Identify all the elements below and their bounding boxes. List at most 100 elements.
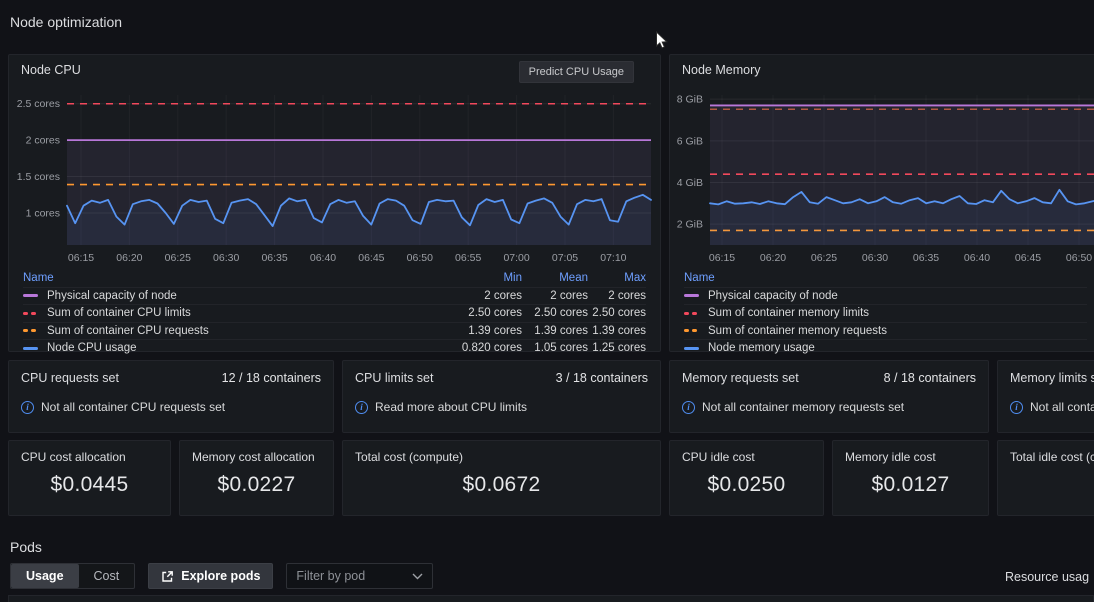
page-title: Node optimization (10, 14, 122, 30)
stat-value: 12 / 18 containers (222, 371, 321, 385)
series-max: 1.39 cores (588, 325, 646, 337)
explore-pods-label: Explore pods (181, 569, 260, 583)
legend-row[interactable]: Sum of container memory limits (684, 304, 1087, 322)
series-name[interactable]: Sum of container memory requests (708, 325, 887, 337)
series-name[interactable]: Physical capacity of node (708, 290, 838, 302)
series-swatch (684, 347, 700, 350)
series-name[interactable]: Sum of container CPU requests (47, 325, 209, 337)
memory-idle-cost-panel: Memory idle cost $0.0127 (832, 440, 989, 516)
cost-value: $0.0250 (682, 473, 811, 497)
series-swatch (684, 312, 700, 315)
pods-section-title: Pods (10, 539, 42, 555)
clipped-pods-panel (8, 595, 1094, 602)
node-cpu-panel: Node CPU Predict CPU Usage 2.5 cores2 co… (8, 54, 661, 352)
memory-limits-set-panel: Memory limits set iNot all containe (997, 360, 1094, 433)
cost-value: $0.0227 (192, 473, 321, 497)
filter-placeholder: Filter by pod (296, 569, 365, 583)
cost-title: CPU cost allocation (21, 450, 158, 464)
svg-text:06:15: 06:15 (68, 252, 94, 264)
explore-pods-button[interactable]: Explore pods (148, 563, 273, 589)
svg-text:6 GiB: 6 GiB (677, 135, 703, 147)
svg-text:06:25: 06:25 (165, 252, 191, 264)
svg-text:07:10: 07:10 (600, 252, 626, 264)
legend-row[interactable]: Physical capacity of node (684, 287, 1087, 305)
node-memory-panel: Node Memory 8 GiB6 GiB4 GiB2 GiB06:1506:… (669, 54, 1094, 352)
external-link-icon (161, 570, 174, 583)
legend-row[interactable]: Node CPU usage 0.820 cores 1.05 cores 1.… (23, 339, 646, 357)
series-name[interactable]: Sum of container CPU limits (47, 307, 191, 319)
memory-cost-allocation-panel: Memory cost allocation $0.0227 (179, 440, 334, 516)
node-cpu-title: Node CPU (21, 63, 81, 77)
node-memory-title: Node Memory (682, 63, 761, 77)
stat-info-text[interactable]: Not all containe (1030, 400, 1094, 414)
svg-text:2 GiB: 2 GiB (677, 219, 703, 231)
svg-text:06:45: 06:45 (1015, 252, 1041, 264)
svg-text:06:20: 06:20 (116, 252, 142, 264)
legend-header-row: Name (684, 269, 1087, 287)
series-mean: 1.05 cores (522, 342, 588, 354)
series-min: 0.820 cores (452, 342, 522, 354)
legend-row[interactable]: Node memory usage (684, 339, 1087, 357)
series-name[interactable]: Node CPU usage (47, 342, 137, 354)
series-swatch (23, 347, 39, 350)
svg-text:06:30: 06:30 (862, 252, 888, 264)
svg-text:4 GiB: 4 GiB (677, 177, 703, 189)
series-min: 1.39 cores (452, 325, 522, 337)
cost-value: $0.0127 (845, 473, 976, 497)
svg-text:06:15: 06:15 (709, 252, 735, 264)
svg-text:06:25: 06:25 (811, 252, 837, 264)
svg-text:06:35: 06:35 (261, 252, 287, 264)
stat-info-text[interactable]: Not all container CPU requests set (41, 400, 225, 414)
svg-text:06:45: 06:45 (358, 252, 384, 264)
cost-value: $0.0672 (355, 473, 648, 497)
stat-title: Memory requests set (682, 371, 799, 385)
legend-col-mean[interactable]: Mean (522, 272, 588, 284)
legend-col-name[interactable]: Name (23, 272, 452, 284)
legend-row[interactable]: Sum of container memory requests (684, 322, 1087, 340)
legend-col-max[interactable]: Max (588, 272, 646, 284)
node-memory-chart[interactable]: 8 GiB6 GiB4 GiB2 GiB06:1506:2006:2506:30… (676, 87, 1094, 271)
svg-text:06:35: 06:35 (913, 252, 939, 264)
legend-col-name[interactable]: Name (684, 272, 1087, 284)
stat-info-text[interactable]: Not all container memory requests set (702, 400, 904, 414)
svg-text:06:40: 06:40 (964, 252, 990, 264)
svg-text:06:40: 06:40 (310, 252, 336, 264)
mouse-cursor-icon (655, 31, 668, 55)
toggle-cost[interactable]: Cost (79, 564, 135, 588)
svg-text:06:55: 06:55 (455, 252, 481, 264)
stat-info-text[interactable]: Read more about CPU limits (375, 400, 527, 414)
series-mean: 2.50 cores (522, 307, 588, 319)
series-name[interactable]: Sum of container memory limits (708, 307, 869, 319)
usage-cost-toggle: Usage Cost (10, 563, 135, 589)
svg-text:1 cores: 1 cores (26, 207, 60, 219)
svg-text:2 cores: 2 cores (26, 135, 60, 147)
series-name[interactable]: Node memory usage (708, 342, 815, 354)
node-cpu-chart[interactable]: 2.5 cores2 cores1.5 cores1 cores06:1506:… (15, 87, 655, 271)
pods-controls: Usage Cost Explore pods Filter by pod (10, 563, 433, 589)
svg-text:06:50: 06:50 (407, 252, 433, 264)
series-mean: 2 cores (522, 290, 588, 302)
series-name[interactable]: Physical capacity of node (47, 290, 177, 302)
cost-value: $0.0445 (21, 473, 158, 497)
cost-title: Total idle cost (co (1010, 450, 1094, 464)
stat-value: 3 / 18 containers (556, 371, 648, 385)
toggle-usage[interactable]: Usage (11, 564, 79, 588)
series-mean: 1.39 cores (522, 325, 588, 337)
stat-value: 8 / 18 containers (884, 371, 976, 385)
legend-row[interactable]: Sum of container CPU requests 1.39 cores… (23, 322, 646, 340)
series-swatch (684, 329, 700, 332)
legend-row[interactable]: Physical capacity of node 2 cores 2 core… (23, 287, 646, 305)
stat-title: CPU limits set (355, 371, 433, 385)
cost-title: Total cost (compute) (355, 450, 648, 464)
filter-by-pod-select[interactable]: Filter by pod (286, 563, 433, 589)
legend-col-min[interactable]: Min (452, 272, 522, 284)
node-memory-legend: Name Physical capacity of node Sum of co… (670, 269, 1094, 357)
series-max: 2.50 cores (588, 307, 646, 319)
series-swatch (23, 294, 39, 297)
cost-title: Memory idle cost (845, 450, 976, 464)
predict-cpu-usage-button[interactable]: Predict CPU Usage (519, 61, 634, 83)
legend-row[interactable]: Sum of container CPU limits 2.50 cores 2… (23, 304, 646, 322)
cpu-idle-cost-panel: CPU idle cost $0.0250 (669, 440, 824, 516)
svg-text:07:05: 07:05 (552, 252, 578, 264)
svg-text:06:50: 06:50 (1066, 252, 1092, 264)
